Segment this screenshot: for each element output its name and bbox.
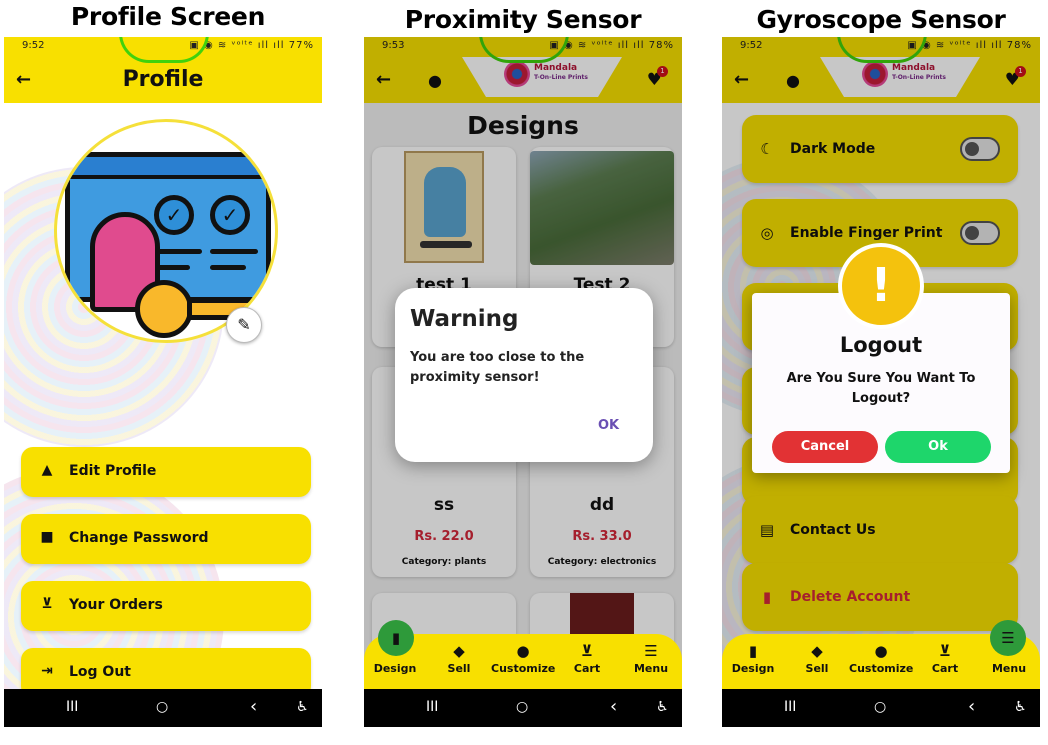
dialog-message: Are You Sure You Want To Logout? — [786, 371, 976, 406]
caption-profile-screen: Profile Screen — [70, 2, 266, 31]
status-icons: ▣ ◉ ≋ ᵛᵒˡᵗᵉ ıll ıll 77% — [189, 40, 314, 51]
accessibility-button[interactable]: ♿ — [1014, 699, 1027, 715]
back-button[interactable]: ‹ — [250, 696, 257, 717]
tag-icon: ◆ — [811, 642, 823, 660]
home-button[interactable]: ○ — [874, 699, 886, 715]
accessibility-button[interactable]: ♿ — [656, 699, 669, 715]
system-nav-bar: III ○ ‹ ♿ — [722, 689, 1040, 727]
dialog-ok-button[interactable]: OK — [598, 418, 619, 433]
key-icon — [135, 280, 193, 338]
your-orders-label: Your Orders — [69, 597, 163, 613]
dialog-ok-button[interactable]: Ok — [885, 431, 991, 463]
edit-profile-button[interactable]: ▲ Edit Profile — [21, 447, 311, 497]
edit-profile-label: Edit Profile — [69, 463, 157, 479]
tag-icon: ◆ — [453, 642, 465, 660]
cart-icon: ⊻ — [580, 642, 594, 660]
cart-icon: ⊻ — [41, 596, 53, 612]
phone-proximity: ← ● Mandala T-On-Line Prints ♥ 1 9:53 ▣ ◉ … — [364, 37, 682, 727]
recents-button[interactable]: III — [66, 699, 78, 715]
system-nav-bar: III ○ ‹ ♿ — [364, 689, 682, 727]
home-button[interactable]: ○ — [516, 699, 528, 715]
accessibility-button[interactable]: ♿ — [296, 699, 309, 715]
person-icon: ▲ — [41, 462, 53, 478]
nav-customize[interactable]: ● Customize — [849, 642, 913, 675]
palette-icon: ● — [516, 642, 530, 660]
cart-icon: ⊻ — [938, 642, 952, 660]
page-title: Profile — [122, 67, 204, 92]
nav-sell[interactable]: ◆ Sell — [785, 642, 849, 675]
menu-fab-button[interactable]: ☰ — [990, 620, 1026, 656]
nav-menu[interactable]: ☰ Menu — [619, 642, 682, 675]
lock-icon: ■ — [40, 529, 54, 545]
design-fab-button[interactable]: ▮ — [378, 620, 414, 656]
recents-button[interactable]: III — [426, 699, 438, 715]
status-time: 9:52 — [22, 40, 45, 51]
home-button[interactable]: ○ — [156, 699, 168, 715]
paint-roller-icon: ▮ — [748, 642, 758, 660]
change-password-button[interactable]: ■ Change Password — [21, 514, 311, 564]
nav-cart[interactable]: ⊻ Cart — [913, 642, 977, 675]
caption-gyroscope-sensor: Gyroscope Sensor — [756, 5, 1006, 34]
dialog-cancel-button[interactable]: Cancel — [772, 431, 878, 463]
nav-customize[interactable]: ● Customize — [491, 642, 555, 675]
system-nav-bar: III ○ ‹ ♿ — [4, 689, 322, 727]
dialog-message: You are too close to the proximity senso… — [410, 350, 585, 385]
warning-exclamation-icon: ! — [838, 243, 924, 329]
edit-avatar-button[interactable]: ✎ — [226, 307, 262, 343]
menu-icon: ☰ — [644, 642, 658, 660]
nav-design[interactable]: ▮ Design — [722, 642, 785, 675]
back-button[interactable]: ‹ — [968, 696, 975, 717]
nav-sell[interactable]: ◆ Sell — [427, 642, 491, 675]
dialog-title: Logout — [839, 333, 923, 357]
palette-icon: ● — [874, 642, 888, 660]
nav-cart[interactable]: ⊻ Cart — [555, 642, 619, 675]
phone-gyroscope: ← ● Mandala T-On-Line Prints ♥ 1 9:52 ▣ ◉ … — [722, 37, 1040, 727]
warning-dialog: Warning You are too close to the proximi… — [395, 288, 653, 462]
back-button[interactable]: ‹ — [610, 696, 617, 717]
caption-proximity-sensor: Proximity Sensor — [404, 5, 642, 34]
your-orders-button[interactable]: ⊻ Your Orders — [21, 581, 311, 631]
recents-button[interactable]: III — [784, 699, 796, 715]
log-out-label: Log Out — [69, 664, 131, 680]
dialog-title: Warning — [410, 306, 519, 332]
phone-profile: ← Profile 9:52 ▣ ◉ ≋ ᵛᵒˡᵗᵉ ıll ıll 77% ✓… — [4, 37, 322, 727]
logout-icon: ⇥ — [41, 663, 53, 679]
change-password-label: Change Password — [69, 530, 209, 546]
battery-level: 77% — [288, 40, 314, 51]
